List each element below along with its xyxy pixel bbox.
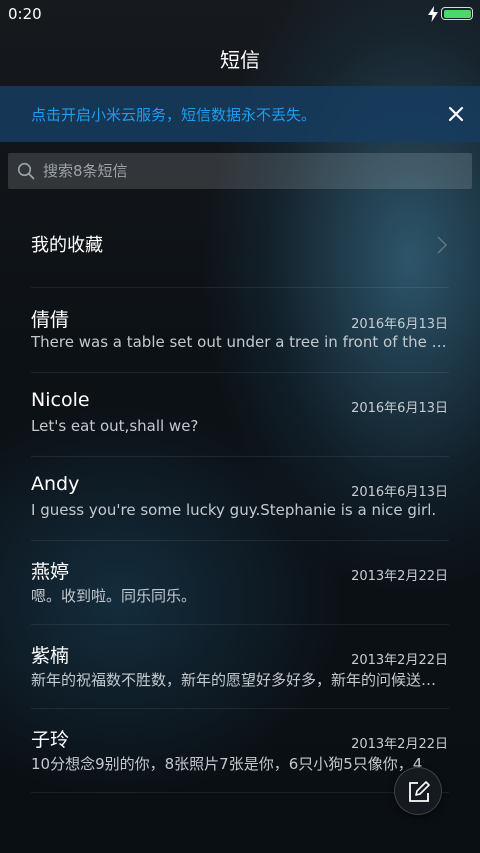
chevron-right-icon (437, 236, 448, 254)
message-row[interactable]: Nicole 2016年6月13日 Let's eat out,shall we? (0, 372, 480, 456)
message-date: 2013年2月22日 (351, 569, 448, 584)
message-preview: 10分想念9别的你，8张照片7张是你，6只小狗5只像你，4 (31, 755, 423, 773)
message-preview: Let's eat out,shall we? (31, 417, 199, 435)
message-date: 2013年2月22日 (351, 737, 448, 752)
status-time: 0:20 (8, 5, 42, 23)
divider (31, 792, 449, 793)
search-bar[interactable]: 搜索8条短信 (8, 153, 472, 189)
contact-name: 燕婷 (31, 561, 70, 583)
search-input[interactable]: 搜索8条短信 (43, 153, 128, 189)
compose-button[interactable] (394, 767, 442, 815)
lightning-icon (428, 6, 438, 22)
message-preview: I guess you're some lucky guy.Stephanie … (31, 501, 437, 519)
contact-name: Nicole (31, 389, 90, 411)
battery-fill (443, 9, 471, 18)
contact-name: 倩倩 (31, 309, 70, 331)
message-row[interactable]: 燕婷 2013年2月22日嗯。收到啦。同乐同乐。 (0, 540, 480, 624)
contact-name: 子玲 (31, 729, 70, 751)
message-preview: 嗯。收到啦。同乐同乐。 (31, 587, 197, 605)
message-date: 2016年6月13日 (351, 401, 448, 416)
message-date: 2013年2月22日 (351, 653, 448, 668)
message-row[interactable]: Andy 2016年6月13日 I guess you're some lucky … (0, 456, 480, 540)
message-date: 2016年6月13日 (351, 317, 448, 332)
message-date: 2016年6月13日 (351, 485, 448, 500)
favorites-row[interactable]: 我的收藏 (0, 203, 480, 287)
battery-icon (441, 7, 473, 20)
favorites-label: 我的收藏 (31, 235, 103, 256)
message-preview: There was a table set out under a tree i… (31, 333, 449, 351)
status-bar: 0:20 (0, 0, 480, 28)
page-title: 短信 (220, 48, 260, 72)
message-row[interactable]: 紫楠 2013年2月22日新年的祝福数不胜数，新年的愿望好多好多，新年的问候送给你 (0, 624, 480, 708)
cloud-service-banner[interactable]: 点击开启小米云服务，短信数据永不丢失。 (0, 86, 480, 142)
message-row[interactable]: 倩倩 2016年6月13日 There was a table set out un… (0, 288, 480, 372)
contact-name: 紫楠 (31, 645, 70, 667)
close-icon[interactable] (444, 102, 468, 126)
message-preview: 新年的祝福数不胜数，新年的愿望好多好多，新年的问候送给你 (31, 671, 449, 689)
search-icon (17, 162, 35, 180)
contact-name: Andy (31, 473, 80, 495)
banner-text[interactable]: 点击开启小米云服务，短信数据永不丢失。 (31, 104, 316, 125)
compose-icon (409, 781, 430, 802)
